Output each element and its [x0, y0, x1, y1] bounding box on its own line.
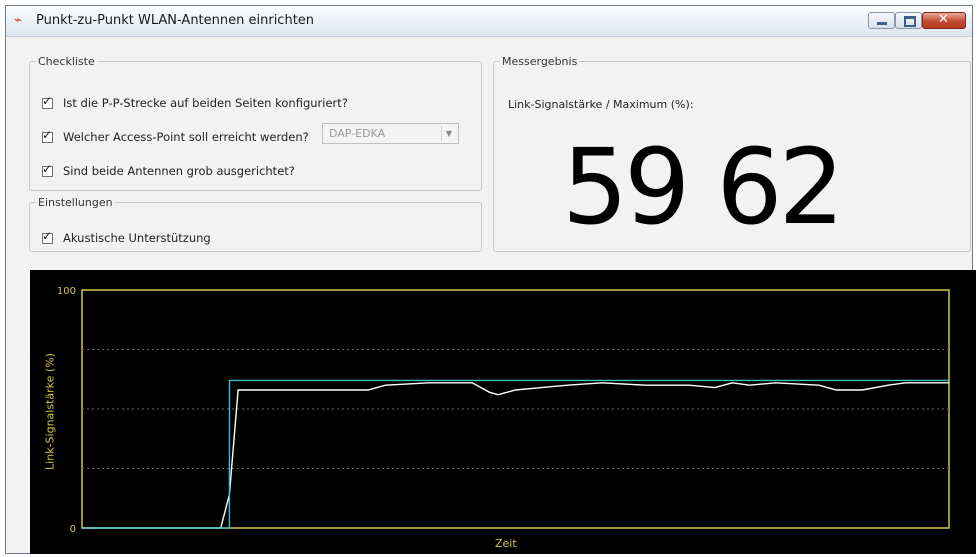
checkbox-aligned[interactable] [42, 162, 53, 177]
app-window: ⌁ Punkt-zu-Punkt WLAN-Antennen einrichte… [5, 5, 976, 554]
signal-chart-svg: 0 100 [57, 286, 950, 535]
window-title: Punkt-zu-Punkt WLAN-Antennen einrichten [36, 13, 315, 28]
y-tick-label: 0 [70, 524, 76, 535]
checklist-group: Checkliste Ist die P-P-Strecke auf beide… [29, 55, 482, 191]
title-bar[interactable]: ⌁ Punkt-zu-Punkt WLAN-Antennen einrichte… [6, 6, 972, 37]
maximum-signal-value: 62 [716, 126, 844, 248]
x-axis-label: Zeit [495, 537, 517, 550]
checklist-item-aligned[interactable]: Sind beide Antennen grob ausgerichtet? [42, 162, 295, 178]
checklist-item-label: Ist die P-P-Strecke auf beiden Seiten ko… [63, 96, 348, 110]
y-axis-label: Link-Signalstärke (%) [43, 353, 57, 470]
current-signal-value: 59 [562, 126, 690, 248]
close-button[interactable] [922, 12, 966, 29]
settings-legend: Einstellungen [38, 196, 113, 209]
checkbox-configured[interactable] [42, 94, 53, 109]
checkbox-access-point[interactable] [42, 128, 53, 143]
series-line-maximum [82, 379, 949, 529]
access-point-select[interactable]: DAP-EDKA ▼ [322, 123, 459, 144]
result-legend: Messergebnis [502, 55, 578, 68]
chevron-down-icon[interactable]: ▼ [441, 126, 456, 141]
minimize-button[interactable] [868, 12, 895, 29]
signal-chart: 0 100 Link-Signalstärke (%) Zeit [30, 270, 976, 554]
settings-item-label: Akustische Unterstützung [63, 231, 211, 245]
checklist-item-label: Sind beide Antennen grob ausgerichtet? [63, 164, 295, 178]
checklist-item-label: Welcher Access-Point soll erreicht werde… [63, 130, 309, 144]
settings-item-acoustic[interactable]: Akustische Unterstützung [42, 229, 211, 245]
y-tick-label: 100 [57, 286, 76, 297]
access-point-value: DAP-EDKA [329, 127, 386, 140]
result-group: Messergebnis Link-Signalstärke / Maximum… [493, 55, 971, 252]
antenna-icon: ⌁ [14, 13, 22, 28]
result-label: Link-Signalstärke / Maximum (%): [508, 98, 694, 111]
series-line-signal [82, 382, 949, 529]
checklist-item-access-point[interactable]: Welcher Access-Point soll erreicht werde… [42, 128, 309, 144]
settings-group: Einstellungen Akustische Unterstützung [29, 196, 482, 252]
checklist-item-configured[interactable]: Ist die P-P-Strecke auf beiden Seiten ko… [42, 94, 348, 110]
checklist-legend: Checkliste [38, 55, 95, 68]
checkbox-acoustic[interactable] [42, 229, 53, 244]
maximize-button[interactable] [895, 12, 922, 29]
signal-readout: 59 62 [562, 123, 902, 251]
